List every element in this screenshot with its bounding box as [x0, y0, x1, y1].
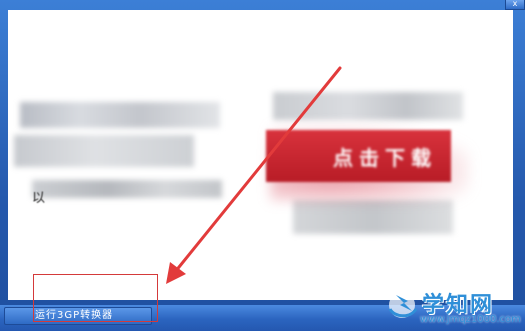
annotation-arrow	[166, 66, 342, 284]
site-watermark: 学知网 www.jmqz1000.com	[382, 285, 522, 329]
watermark-url: www.jmqz1000.com	[420, 314, 521, 325]
watermark-logo-icon	[388, 292, 418, 318]
